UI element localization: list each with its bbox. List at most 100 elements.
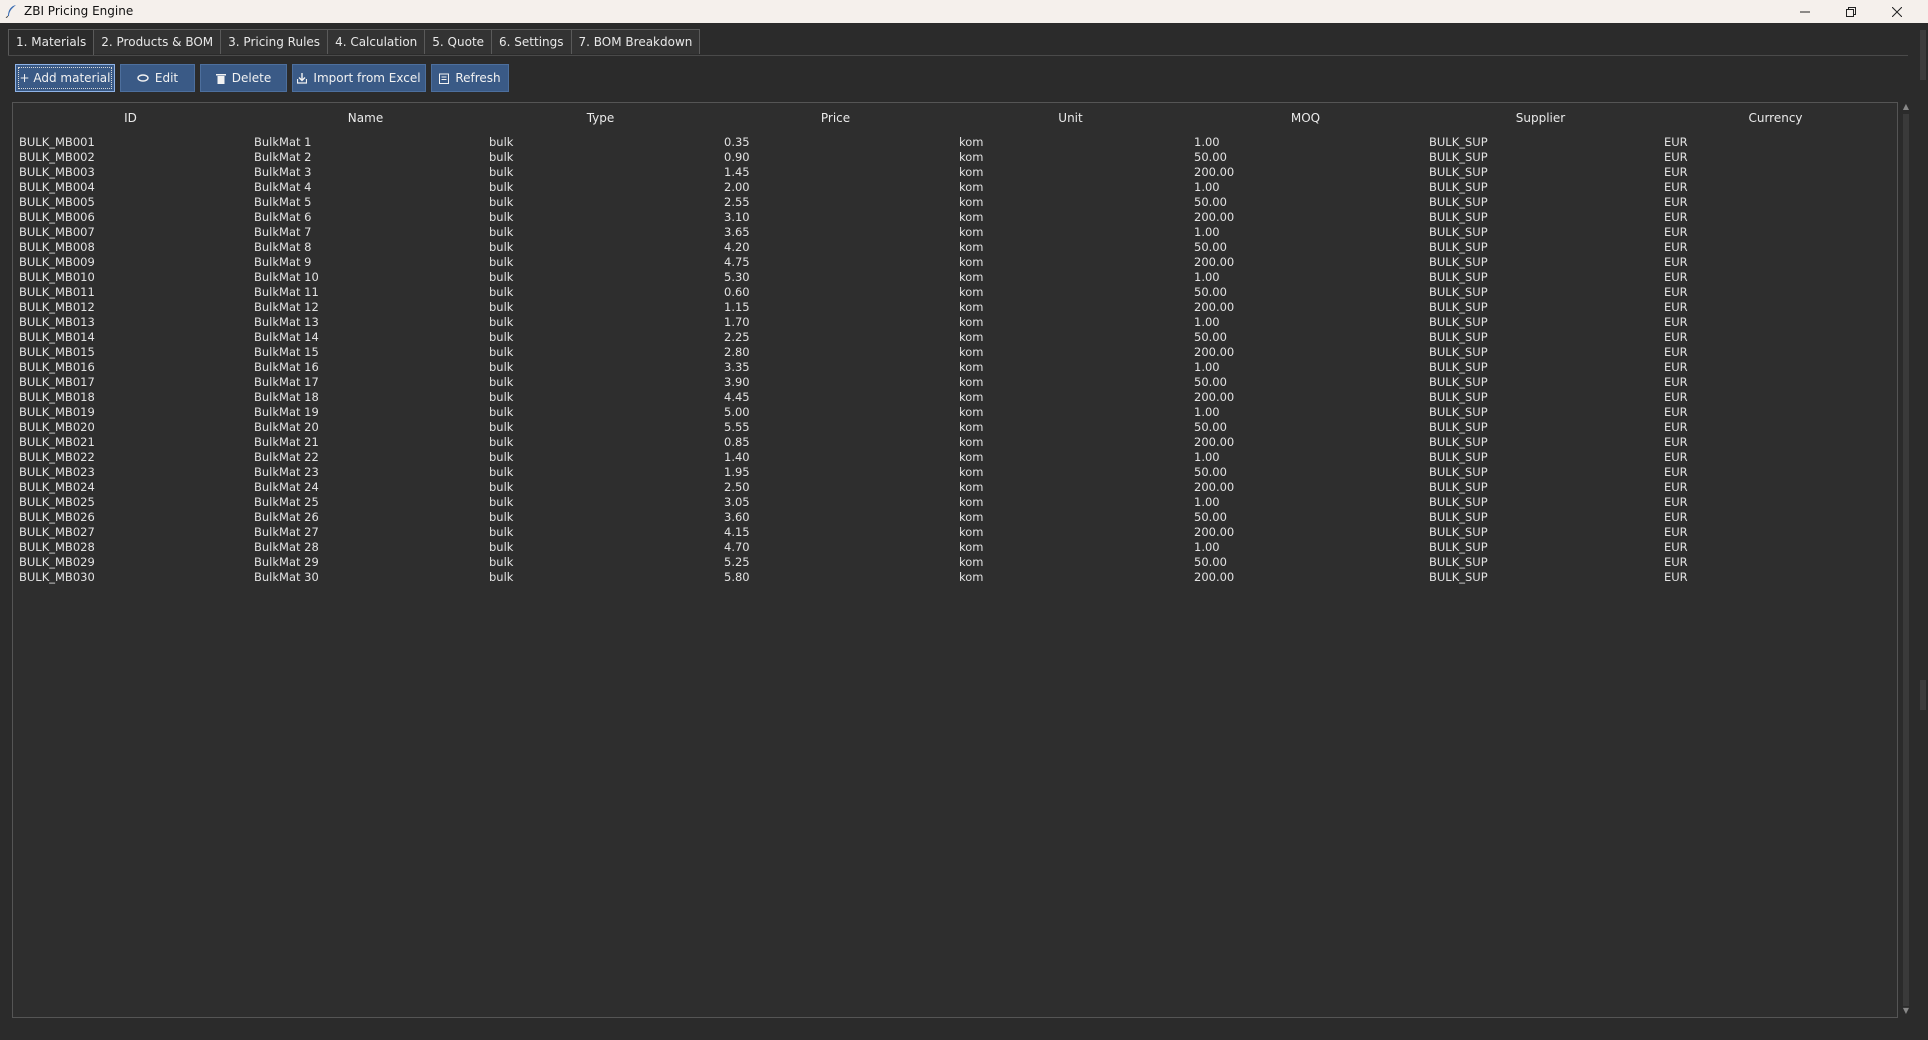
table-row[interactable]: BULK_MB028 BulkMat 28 bulk 4.70 kom 1.00 BULK_… [19, 540, 1897, 555]
cell-id: BULK_MB017 [19, 375, 95, 389]
table-row[interactable]: BULK_MB004 BulkMat 4 bulk 2.00 kom 1.00 BULK_S… [19, 180, 1897, 195]
materials-table[interactable]: ID Name Type Price Unit MOQ Supplier Currency B… [12, 102, 1898, 1018]
cell-name: BulkMat 18 [254, 390, 319, 404]
cell-currency: EUR [1664, 480, 1688, 494]
table-row[interactable]: BULK_MB018 BulkMat 18 bulk 4.45 kom 200.00 BUL… [19, 390, 1897, 405]
cell-id: BULK_MB030 [19, 570, 95, 584]
cell-unit: kom [959, 345, 984, 359]
column-header-moq[interactable]: MOQ [1188, 103, 1423, 133]
table-row[interactable]: BULK_MB002 BulkMat 2 bulk 0.90 kom 50.00 BULK_… [19, 150, 1897, 165]
cell-id: BULK_MB008 [19, 240, 95, 254]
cell-type: bulk [489, 135, 514, 149]
column-header-currency[interactable]: Currency [1658, 103, 1893, 133]
table-row[interactable]: BULK_MB015 BulkMat 15 bulk 2.80 kom 200.00 BUL… [19, 345, 1897, 360]
cell-unit: kom [959, 390, 984, 404]
cell-supplier: BULK_SUP [1429, 390, 1488, 404]
table-row[interactable]: BULK_MB030 BulkMat 30 bulk 5.80 kom 200.00 BUL… [19, 570, 1897, 585]
table-row[interactable]: BULK_MB010 BulkMat 10 bulk 5.30 kom 1.00 BULK_… [19, 270, 1897, 285]
table-row[interactable]: BULK_MB027 BulkMat 27 bulk 4.15 kom 200.00 BUL… [19, 525, 1897, 540]
cell-supplier: BULK_SUP [1429, 270, 1488, 284]
column-header-name[interactable]: Name [248, 103, 483, 133]
cell-currency: EUR [1664, 225, 1688, 239]
cell-type: bulk [489, 180, 514, 194]
cell-price: 4.70 [724, 540, 750, 554]
table-row[interactable]: BULK_MB025 BulkMat 25 bulk 3.05 kom 1.00 BULK_… [19, 495, 1897, 510]
cell-currency: EUR [1664, 390, 1688, 404]
cell-supplier: BULK_SUP [1429, 420, 1488, 434]
table-row[interactable]: BULK_MB001 BulkMat 1 bulk 0.35 kom 1.00 BULK_S… [19, 135, 1897, 150]
cell-moq: 1.00 [1194, 225, 1220, 239]
table-row[interactable]: BULK_MB023 BulkMat 23 bulk 1.95 kom 50.00 BULK… [19, 465, 1897, 480]
table-row[interactable]: BULK_MB013 BulkMat 13 bulk 1.70 kom 1.00 BULK_… [19, 315, 1897, 330]
edit-button[interactable]: Edit [120, 64, 195, 92]
cell-price: 3.10 [724, 210, 750, 224]
column-header-price[interactable]: Price [718, 103, 953, 133]
column-header-unit[interactable]: Unit [953, 103, 1188, 133]
delete-button[interactable]: Delete [200, 64, 287, 92]
tab-materials[interactable]: 1. Materials [8, 29, 95, 56]
scroll-down-icon[interactable]: ▼ [1901, 1006, 1911, 1016]
import-excel-button[interactable]: Import from Excel [292, 64, 426, 92]
tab-quote[interactable]: 5. Quote [424, 29, 493, 54]
cell-id: BULK_MB002 [19, 150, 95, 164]
scrollbar-track[interactable] [1903, 114, 1909, 1006]
minimize-icon [1800, 11, 1810, 12]
table-row[interactable]: BULK_MB005 BulkMat 5 bulk 2.55 kom 50.00 BULK_… [19, 195, 1897, 210]
table-row[interactable]: BULK_MB014 BulkMat 14 bulk 2.25 kom 50.00 BULK… [19, 330, 1897, 345]
add-material-button[interactable]: + Add material [15, 64, 115, 92]
table-row[interactable]: BULK_MB006 BulkMat 6 bulk 3.10 kom 200.00 BULK… [19, 210, 1897, 225]
column-header-supplier[interactable]: Supplier [1423, 103, 1658, 133]
table-row[interactable]: BULK_MB024 BulkMat 24 bulk 2.50 kom 200.00 BUL… [19, 480, 1897, 495]
cell-currency: EUR [1664, 465, 1688, 479]
cell-currency: EUR [1664, 315, 1688, 329]
cell-type: bulk [489, 465, 514, 479]
table-row[interactable]: BULK_MB017 BulkMat 17 bulk 3.90 kom 50.00 BULK… [19, 375, 1897, 390]
restore-button[interactable] [1828, 0, 1874, 23]
tab-bom-breakdown[interactable]: 7. BOM Breakdown [570, 29, 701, 54]
cell-currency: EUR [1664, 570, 1688, 584]
table-row[interactable]: BULK_MB007 BulkMat 7 bulk 3.65 kom 1.00 BULK_S… [19, 225, 1897, 240]
cell-type: bulk [489, 195, 514, 209]
table-row[interactable]: BULK_MB012 BulkMat 12 bulk 1.15 kom 200.00 BUL… [19, 300, 1897, 315]
tab-pricing-rules[interactable]: 3. Pricing Rules [220, 29, 329, 54]
table-row[interactable]: BULK_MB026 BulkMat 26 bulk 3.60 kom 50.00 BULK… [19, 510, 1897, 525]
window-scrollbar[interactable] [1916, 30, 1928, 1035]
cell-unit: kom [959, 180, 984, 194]
window-scrollbar-thumb[interactable] [1920, 30, 1926, 80]
cell-supplier: BULK_SUP [1429, 330, 1488, 344]
edit-label: Edit [154, 71, 179, 85]
cell-type: bulk [489, 540, 514, 554]
tab-products-bom[interactable]: 2. Products & BOM [93, 29, 222, 54]
cell-name: BulkMat 22 [254, 450, 319, 464]
refresh-button[interactable]: Refresh [431, 64, 509, 92]
cell-id: BULK_MB010 [19, 270, 95, 284]
table-row[interactable]: BULK_MB021 BulkMat 21 bulk 0.85 kom 200.00 BUL… [19, 435, 1897, 450]
cell-unit: kom [959, 435, 984, 449]
table-row[interactable]: BULK_MB019 BulkMat 19 bulk 5.00 kom 1.00 BULK_… [19, 405, 1897, 420]
scroll-up-icon[interactable]: ▲ [1901, 102, 1911, 112]
cell-unit: kom [959, 525, 984, 539]
minimize-button[interactable] [1782, 0, 1828, 23]
cell-unit: kom [959, 420, 984, 434]
table-row[interactable]: BULK_MB022 BulkMat 22 bulk 1.40 kom 1.00 BULK_… [19, 450, 1897, 465]
column-header-type[interactable]: Type [483, 103, 718, 133]
table-row[interactable]: BULK_MB016 BulkMat 16 bulk 3.35 kom 1.00 BULK_… [19, 360, 1897, 375]
cell-moq: 200.00 [1194, 210, 1235, 224]
table-row[interactable]: BULK_MB029 BulkMat 29 bulk 5.25 kom 50.00 BULK… [19, 555, 1897, 570]
table-row[interactable]: BULK_MB011 BulkMat 11 bulk 0.60 kom 50.00 BULK… [19, 285, 1897, 300]
cell-id: BULK_MB023 [19, 465, 95, 479]
tab-calculation[interactable]: 4. Calculation [327, 29, 426, 54]
table-row[interactable]: BULK_MB009 BulkMat 9 bulk 4.75 kom 200.00 BULK… [19, 255, 1897, 270]
table-scrollbar[interactable]: ▲ ▼ [1900, 102, 1912, 1018]
column-header-id[interactable]: ID [13, 103, 248, 133]
cell-unit: kom [959, 510, 984, 524]
table-row[interactable]: BULK_MB020 BulkMat 20 bulk 5.55 kom 50.00 BULK… [19, 420, 1897, 435]
table-row[interactable]: BULK_MB003 BulkMat 3 bulk 1.45 kom 200.00 BULK… [19, 165, 1897, 180]
cell-id: BULK_MB016 [19, 360, 95, 374]
tab-settings[interactable]: 6. Settings [491, 29, 572, 54]
close-button[interactable] [1874, 0, 1920, 23]
table-row[interactable]: BULK_MB008 BulkMat 8 bulk 4.20 kom 50.00 BULK_… [19, 240, 1897, 255]
cell-name: BulkMat 13 [254, 315, 319, 329]
cell-moq: 50.00 [1194, 330, 1227, 344]
cell-currency: EUR [1664, 210, 1688, 224]
